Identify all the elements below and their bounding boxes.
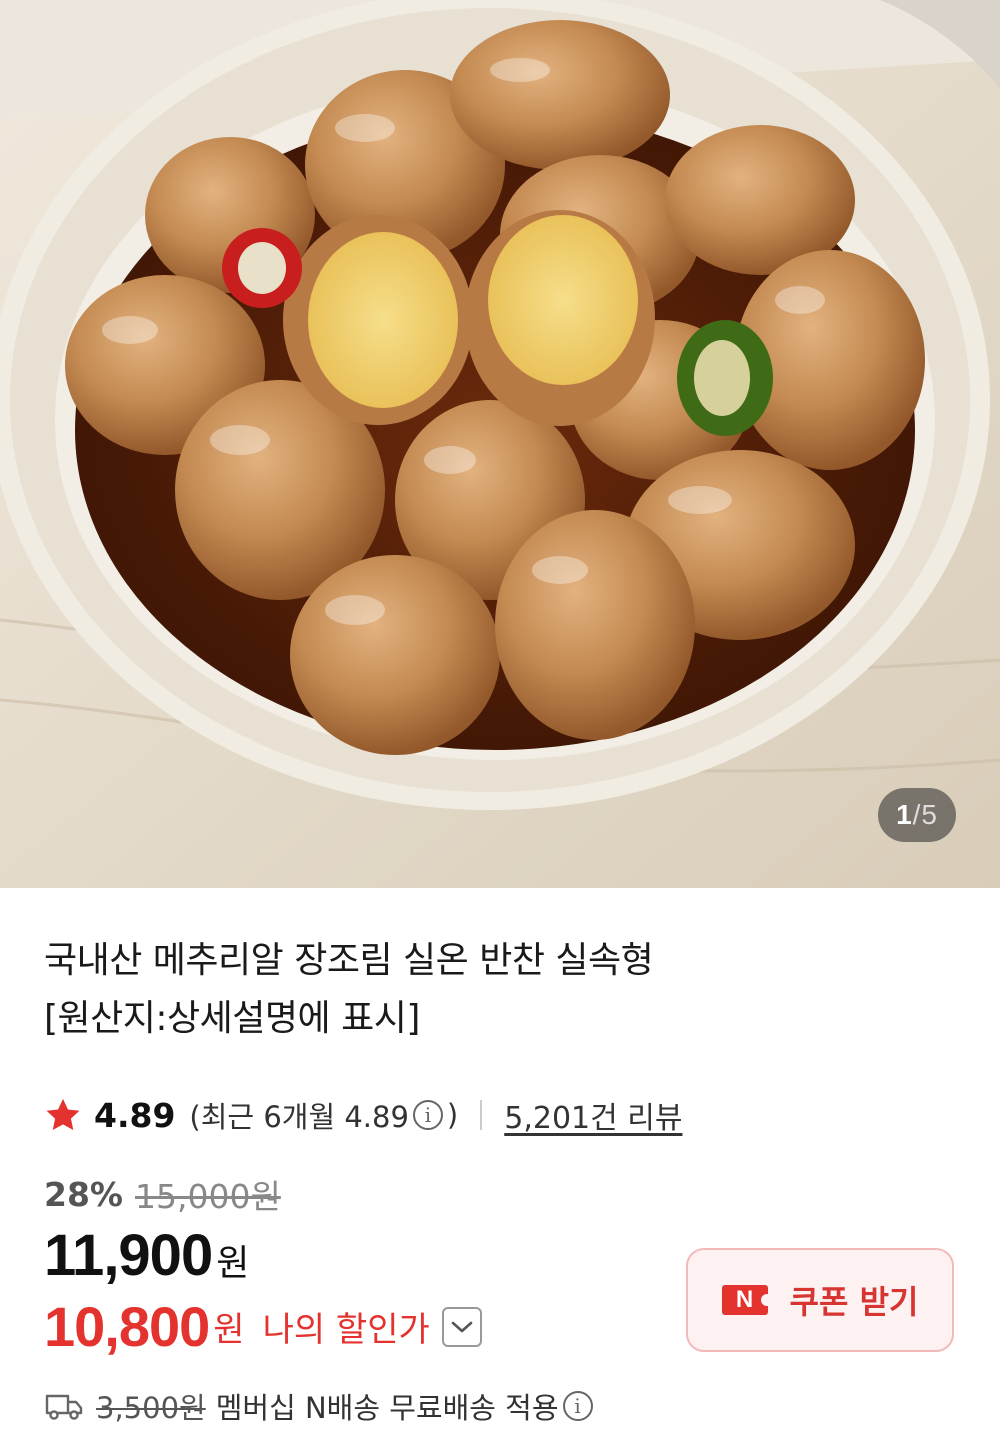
- pager-current: 1: [896, 799, 913, 830]
- my-price-label: 나의 할인가: [262, 1310, 430, 1350]
- sale-price-unit: 원: [216, 1243, 250, 1284]
- my-price-amount: 10,800: [44, 1295, 210, 1358]
- star-icon: [46, 1098, 80, 1131]
- product-title-line1: 국내산 메추리알 장조림 실온 반찬 실속형: [44, 940, 654, 981]
- my-discount-price: 10,800 원 나의 할인가: [44, 1294, 482, 1359]
- product-title: 국내산 메추리알 장조림 실온 반찬 실속형 [원산지:상세설명에 표시]: [44, 932, 944, 1048]
- info-icon[interactable]: i: [412, 1100, 443, 1130]
- truck-icon: [45, 1394, 83, 1420]
- shipping-row: 3,500원 멤버십 N배송 무료배송 적용 i: [44, 1385, 597, 1427]
- divider: [480, 1100, 483, 1130]
- naver-n-icon: N: [721, 1285, 769, 1315]
- recent-rating: (최근 6개월 4.89 i ): [189, 1094, 458, 1136]
- coupon-button-label: 쿠폰 받기: [789, 1283, 919, 1321]
- get-coupon-button[interactable]: N 쿠폰 받기: [686, 1248, 954, 1352]
- rating-row: 4.89 (최근 6개월 4.89 i ) 5,201건 리뷰: [44, 1090, 682, 1140]
- image-pager: 1/5: [878, 788, 956, 842]
- shipping-info-icon[interactable]: i: [562, 1391, 593, 1421]
- rating-score: 4.89: [94, 1095, 176, 1135]
- original-price: 15,000원: [135, 1177, 281, 1216]
- discount-rate: 28%: [44, 1174, 123, 1214]
- recent-rating-close: ): [446, 1098, 459, 1132]
- discount-row: 28% 15,000원: [44, 1170, 281, 1218]
- product-photo: [0, 0, 1000, 888]
- pager-total: 5: [921, 799, 938, 830]
- chevron-down-icon: [451, 1321, 473, 1332]
- sale-price: 11,900 원: [44, 1222, 249, 1289]
- sale-price-amount: 11,900: [44, 1223, 213, 1288]
- recent-rating-text: (최근 6개월 4.89: [189, 1100, 409, 1134]
- shipping-benefit-text: 멤버십 N배송 무료배송 적용: [215, 1391, 559, 1425]
- my-price-unit: 원: [213, 1310, 245, 1350]
- original-shipping-fee: 3,500원: [96, 1391, 206, 1425]
- product-image[interactable]: 1/5: [0, 0, 1000, 888]
- product-title-line2: [원산지:상세설명에 표시]: [44, 998, 420, 1039]
- review-count-link[interactable]: 5,201건 리뷰: [504, 1093, 682, 1137]
- my-price-expand-button[interactable]: [441, 1306, 482, 1347]
